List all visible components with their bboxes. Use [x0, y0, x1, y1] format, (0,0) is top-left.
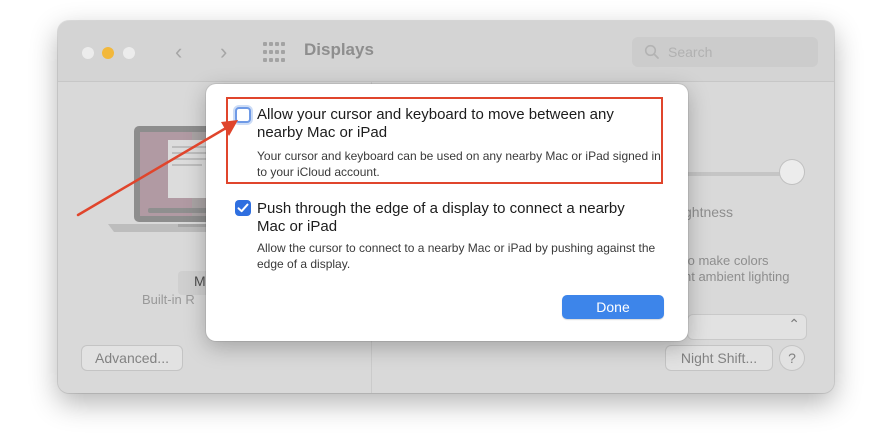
annotation-arrow-icon: [76, 120, 238, 217]
